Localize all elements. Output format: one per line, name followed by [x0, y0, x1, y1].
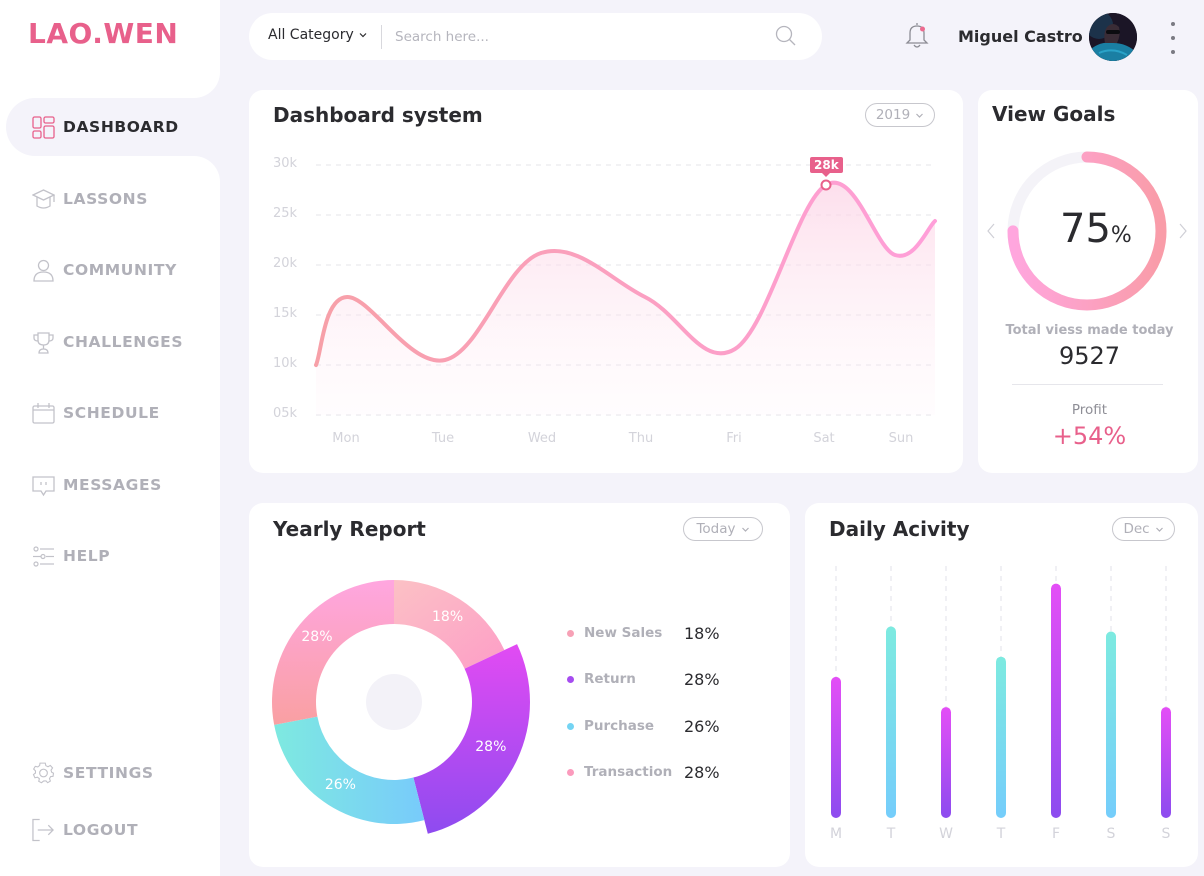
logo-area: LAO.WEN — [0, 0, 220, 98]
x-tick-label: W — [939, 826, 953, 842]
period-filter-label: Today — [696, 521, 736, 537]
legend-label: New Sales — [584, 625, 663, 641]
legend-label: Return — [584, 671, 636, 687]
legend-value: 18% — [684, 623, 720, 643]
legend-item[interactable]: New Sales 18% — [567, 623, 720, 643]
divider — [1012, 384, 1163, 385]
legend-item[interactable]: Purchase 26% — [567, 716, 720, 736]
card-title: Yearly Report — [273, 517, 426, 541]
goal-percent: 75% — [1060, 206, 1132, 252]
legend-dot — [567, 629, 574, 637]
views-value: 9527 — [1058, 342, 1121, 370]
legend-value: 28% — [684, 669, 720, 689]
period-filter-dropdown[interactable]: Today — [683, 517, 763, 541]
legend-value: 26% — [684, 716, 720, 736]
tooltip: 28k — [810, 157, 843, 177]
goal-percent-sign: % — [1110, 223, 1132, 248]
prev-arrow-icon[interactable] — [986, 222, 996, 245]
goal-percent-value: 75 — [1060, 206, 1111, 252]
x-tick-label: F — [1051, 826, 1061, 842]
legend-dot — [567, 768, 574, 776]
highlight-point[interactable] — [820, 179, 832, 191]
month-filter-dropdown[interactable]: Dec — [1112, 517, 1175, 541]
legend-item[interactable]: Return 28% — [567, 669, 720, 689]
slice-label: 18% — [432, 608, 464, 625]
logo[interactable]: LAO.WEN — [28, 17, 178, 50]
x-tick-label: T — [886, 826, 896, 842]
legend-label: Purchase — [584, 718, 655, 734]
slice-label: 28% — [301, 629, 333, 646]
area-fill — [316, 182, 935, 415]
x-tick-label: M — [829, 826, 843, 842]
legend-dot — [567, 722, 574, 730]
legend-dot — [567, 675, 574, 683]
card-title: View Goals — [992, 102, 1116, 126]
month-filter-label: Dec — [1123, 521, 1150, 537]
card-title: Daily Acivity — [829, 517, 970, 541]
profit-value: +54% — [1052, 422, 1127, 450]
chevron-down-icon — [741, 527, 749, 532]
legend-value: 28% — [684, 762, 720, 782]
legend-item[interactable]: Transaction 28% — [567, 762, 720, 782]
slice-label: 28% — [475, 738, 507, 755]
chevron-down-icon — [1155, 527, 1163, 532]
x-tick-label: S — [1106, 826, 1116, 842]
views-label: Total viess made today — [1005, 323, 1174, 338]
next-arrow-icon[interactable] — [1178, 222, 1188, 245]
x-tick-label: T — [996, 826, 1006, 842]
profit-label: Profit — [1071, 402, 1108, 418]
daily-activity-card — [805, 503, 1198, 867]
legend-label: Transaction — [584, 764, 673, 780]
x-tick-label: S — [1161, 826, 1171, 842]
slice-label: 26% — [324, 777, 356, 794]
